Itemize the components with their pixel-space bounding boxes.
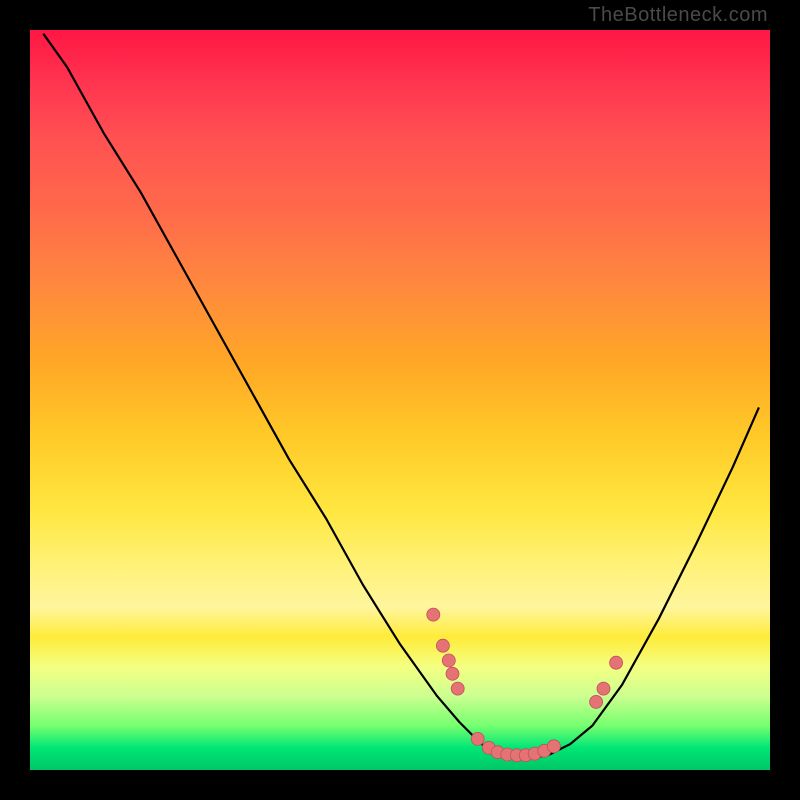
chart-svg xyxy=(30,30,770,770)
plot-area xyxy=(30,30,770,770)
data-point xyxy=(436,639,449,652)
data-point xyxy=(597,682,610,695)
data-points xyxy=(427,608,623,762)
data-point xyxy=(471,732,484,745)
data-point xyxy=(442,654,455,667)
data-point xyxy=(547,740,560,753)
data-point xyxy=(451,682,464,695)
data-point xyxy=(610,656,623,669)
data-point xyxy=(590,695,603,708)
chart-container: TheBottleneck.com xyxy=(0,0,800,800)
data-point xyxy=(427,608,440,621)
watermark-text: TheBottleneck.com xyxy=(588,4,768,27)
bottleneck-curve xyxy=(43,34,759,759)
data-point xyxy=(446,667,459,680)
